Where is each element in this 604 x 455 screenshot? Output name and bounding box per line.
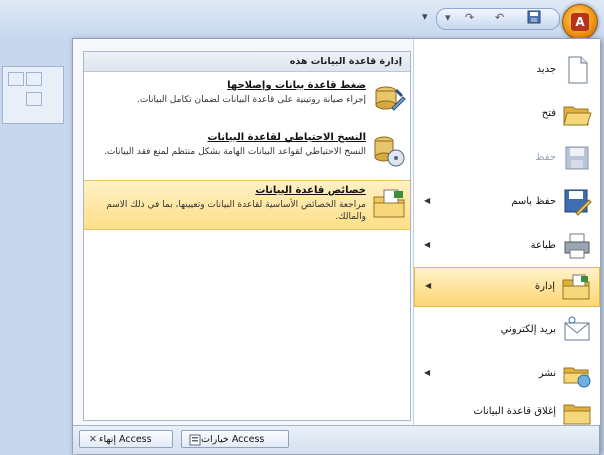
submenu-arrow-icon: ◀ bbox=[424, 196, 431, 205]
compact-repair-desc: إجراء صيانة روتينية على قاعدة البيانات ل… bbox=[136, 95, 366, 105]
open-folder-icon bbox=[563, 106, 592, 126]
menu-item-print[interactable]: طباعة ◀ bbox=[414, 227, 600, 267]
menu-item-label: بريد إلكتروني bbox=[500, 324, 556, 335]
ribbon-icon bbox=[26, 92, 42, 106]
menu-item-new[interactable]: جديد bbox=[414, 51, 600, 91]
manage-database-icon bbox=[562, 274, 590, 300]
menu-item-label: جديد bbox=[536, 64, 556, 75]
qat-menu-icon[interactable]: ▾ bbox=[445, 11, 451, 24]
backup-database-title: النسخ الاحتياطي لقاعدة البيانات bbox=[207, 132, 366, 143]
database-properties-desc: مراجعة الخصائص الأساسية لقاعدة البيانات … bbox=[106, 200, 366, 222]
close-database-icon bbox=[563, 404, 591, 425]
menu-item-manage[interactable]: إدارة ◀ bbox=[414, 267, 600, 307]
menu-item-publish[interactable]: نشر ◀ bbox=[414, 355, 600, 395]
database-properties-icon bbox=[373, 189, 405, 218]
ribbon-icon bbox=[8, 72, 24, 86]
office-button[interactable]: A bbox=[562, 4, 598, 40]
undo-icon[interactable]: ↶ bbox=[495, 11, 504, 24]
email-icon bbox=[564, 316, 590, 341]
qat-customize-caret[interactable]: ▾ bbox=[422, 10, 428, 23]
compact-repair-title: ضغط قاعدة بيانات وإصلاحها bbox=[227, 80, 366, 91]
menu-item-label: طباعة bbox=[530, 240, 556, 251]
backup-database-icon bbox=[374, 136, 405, 167]
save-icon[interactable] bbox=[527, 10, 541, 27]
menu-item-email[interactable]: بريد إلكتروني bbox=[414, 311, 600, 351]
submenu-arrow-icon: ◀ bbox=[424, 368, 431, 377]
submenu-arrow-icon: ◀ bbox=[424, 240, 431, 249]
menu-item-label: إدارة bbox=[534, 281, 555, 292]
backup-database-desc: النسخ الاحتياطي لقواعد البيانات الهامة ب… bbox=[103, 147, 366, 157]
ribbon-icon bbox=[26, 72, 42, 86]
office-menu-footer: ✕ إنهاء Access خيارات Access bbox=[73, 425, 599, 454]
menu-item-label: إغلاق قاعدة البيانات bbox=[473, 406, 556, 417]
close-icon: ✕ bbox=[89, 433, 97, 445]
menu-item-open[interactable]: فتح bbox=[414, 95, 600, 135]
options-icon bbox=[189, 434, 201, 445]
menu-item-save-as[interactable]: حفظ باسم ◀ bbox=[414, 183, 600, 223]
redo-icon[interactable]: ↷ bbox=[465, 11, 474, 24]
menu-item-label: حفظ bbox=[535, 152, 556, 163]
compact-repair-icon bbox=[375, 86, 406, 111]
menu-item-save: حفظ bbox=[414, 139, 600, 179]
submenu-header: إدارة قاعدة البيانات هذه bbox=[84, 52, 410, 72]
access-logo-icon: A bbox=[571, 13, 589, 31]
menu-item-label: حفظ باسم bbox=[511, 196, 556, 207]
submenu-arrow-icon: ◀ bbox=[425, 281, 432, 290]
menu-item-label: نشر bbox=[538, 368, 556, 379]
manage-submenu-panel: إدارة قاعدة البيانات هذه ضغط قاعدة بيانا… bbox=[83, 51, 411, 421]
database-properties-title: خصائص قاعدة البيانات bbox=[255, 185, 366, 196]
quick-access-toolbar: ▾ ↷ ↶ bbox=[436, 8, 560, 30]
save-icon bbox=[565, 146, 589, 170]
publish-icon bbox=[563, 367, 591, 388]
office-menu: إدارة قاعدة البيانات هذه ضغط قاعدة بيانا… bbox=[72, 38, 600, 454]
access-options-button[interactable]: خيارات Access bbox=[181, 430, 289, 448]
compact-repair-item[interactable]: ضغط قاعدة بيانات وإصلاحها إجراء صيانة رو… bbox=[84, 76, 410, 126]
database-properties-item[interactable]: خصائص قاعدة البيانات مراجعة الخصائص الأس… bbox=[84, 180, 410, 230]
printer-icon bbox=[564, 233, 590, 259]
save-as-icon bbox=[564, 189, 592, 216]
office-menu-commands: جديد فتح حفظ حفظ باسم ◀ طباعة ◀ إدارة ◀ … bbox=[413, 39, 600, 425]
backup-database-item[interactable]: النسخ الاحتياطي لقاعدة البيانات النسخ ال… bbox=[84, 128, 410, 178]
new-document-icon bbox=[568, 56, 588, 84]
exit-access-button[interactable]: ✕ إنهاء Access bbox=[79, 430, 173, 448]
exit-access-label: إنهاء Access bbox=[99, 434, 152, 445]
access-options-label: خيارات Access bbox=[201, 434, 265, 445]
menu-item-label: فتح bbox=[541, 108, 556, 119]
